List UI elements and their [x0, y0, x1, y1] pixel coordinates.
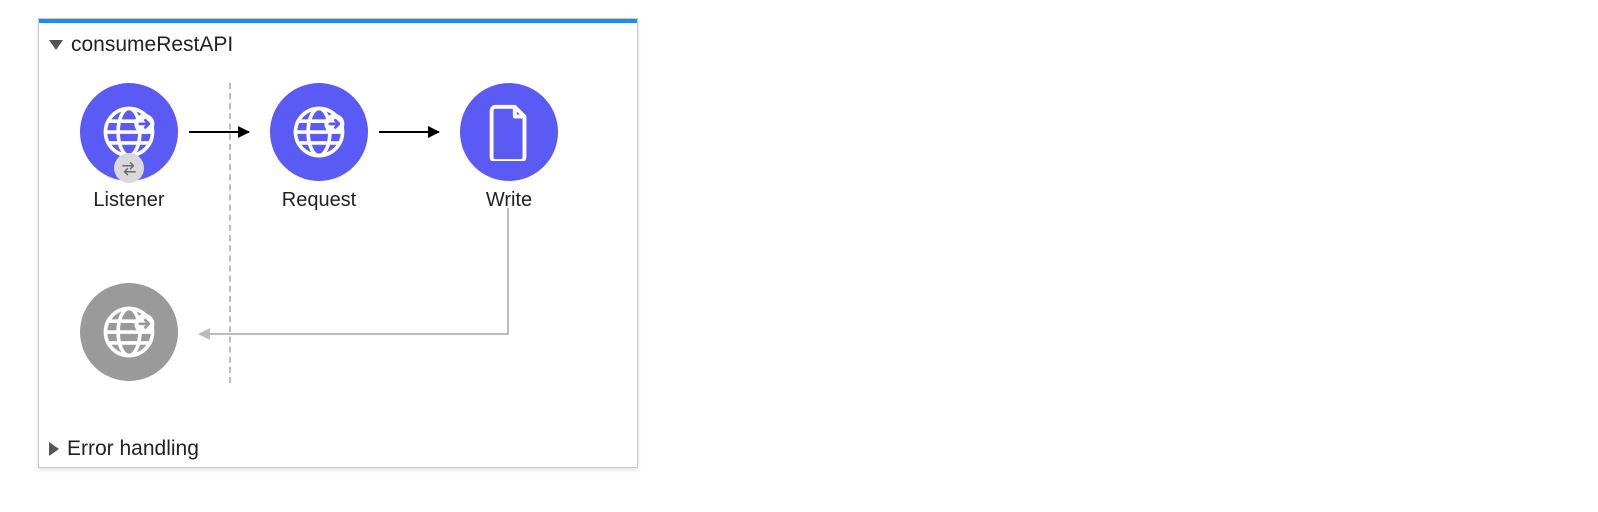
flow-canvas: Listener Request: [39, 63, 637, 427]
listener-label: Listener: [79, 189, 179, 212]
request-label: Request: [269, 189, 369, 212]
request-node[interactable]: Request: [269, 83, 369, 212]
error-handling-title: Error handling: [67, 437, 199, 461]
flow-title: consumeRestAPI: [71, 33, 233, 57]
chevron-down-icon: [49, 40, 63, 50]
listener-node-circle: [80, 83, 178, 181]
globe-arrow-icon: [290, 103, 348, 161]
request-node-circle: [270, 83, 368, 181]
write-node[interactable]: Write: [459, 83, 559, 212]
response-node-circle: [80, 283, 178, 381]
flow-title-header[interactable]: consumeRestAPI: [49, 33, 233, 57]
source-scope-divider: [229, 83, 231, 383]
return-path-horizontal: [209, 333, 509, 335]
flow-panel: consumeRestAPI: [38, 18, 638, 468]
chevron-right-icon: [49, 442, 59, 456]
write-node-circle: [460, 83, 558, 181]
listener-node[interactable]: Listener: [79, 83, 179, 212]
write-label: Write: [459, 189, 559, 212]
file-icon: [485, 103, 533, 161]
arrow-request-to-write: [379, 131, 439, 133]
return-path-vertical: [507, 208, 509, 335]
globe-arrow-icon: [100, 303, 158, 361]
exchange-badge: [114, 153, 144, 183]
exchange-icon: [120, 159, 138, 177]
error-handling-header[interactable]: Error handling: [49, 437, 199, 461]
response-node[interactable]: [79, 283, 179, 381]
arrow-listener-to-request: [189, 131, 249, 133]
